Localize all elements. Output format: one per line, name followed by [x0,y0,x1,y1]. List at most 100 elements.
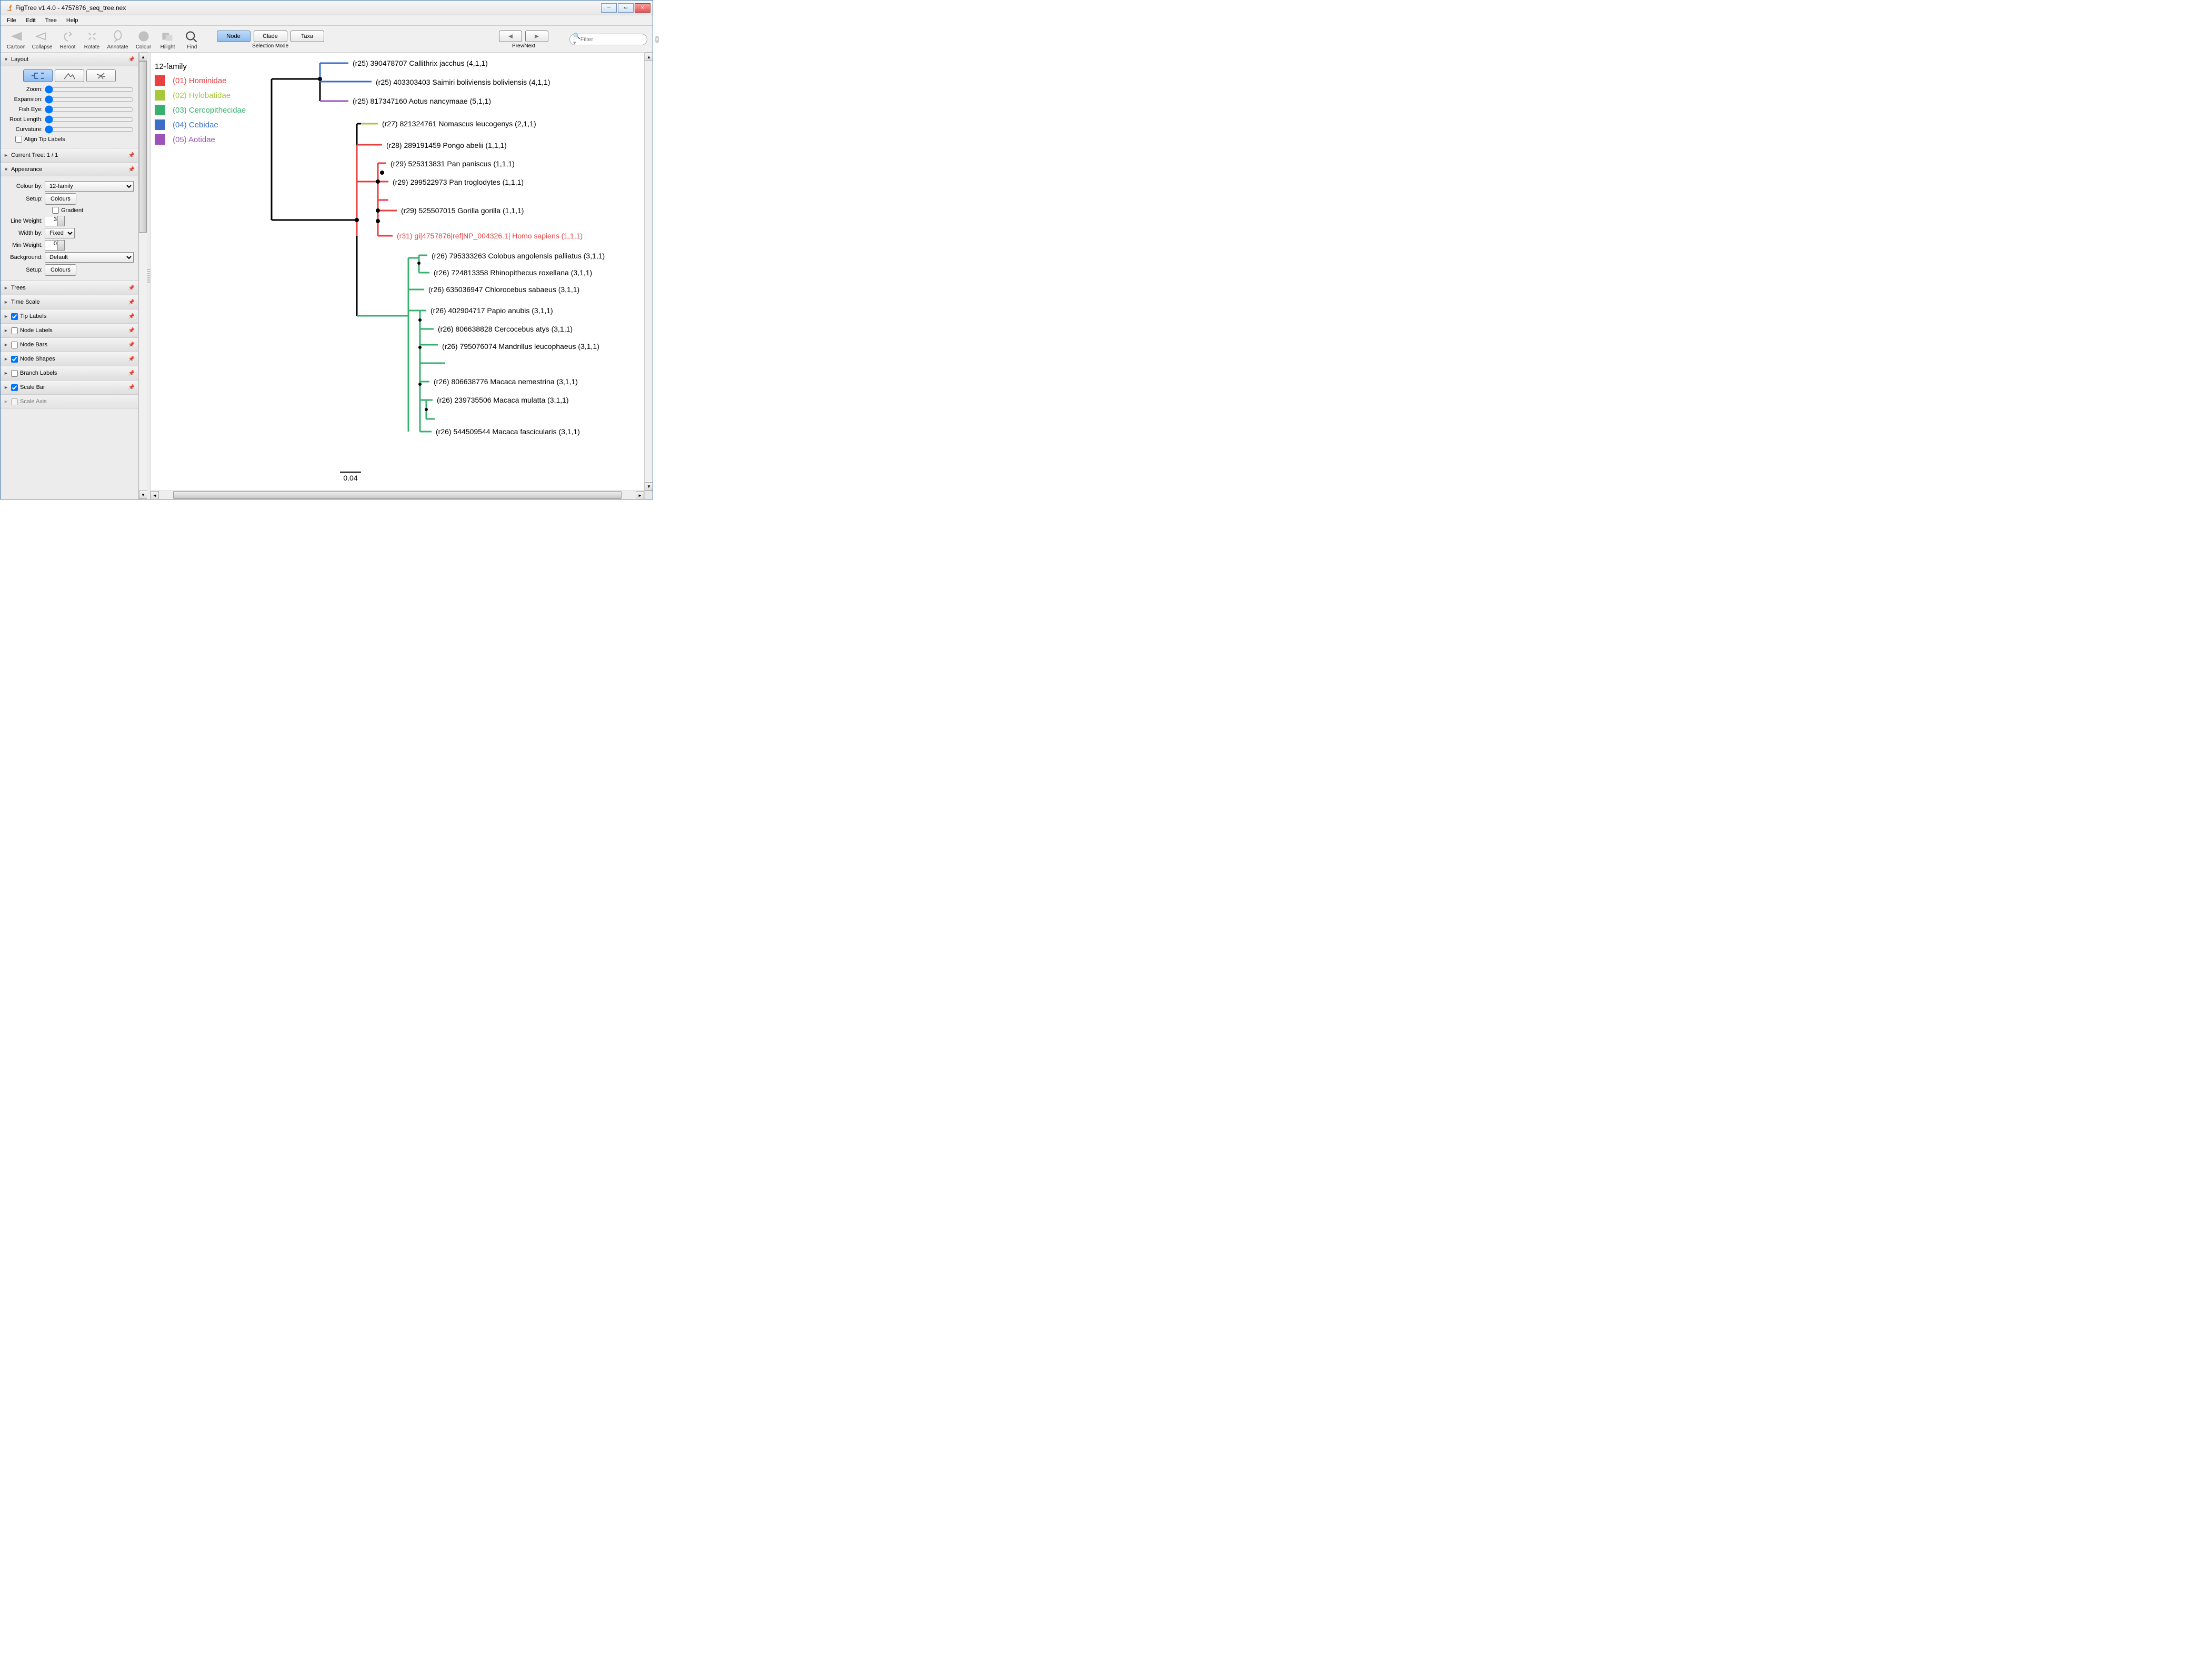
menu-file[interactable]: File [3,16,21,25]
tip-label[interactable]: (r26) 806638776 Macaca nemestrina (3,1,1… [434,377,578,386]
tip-label[interactable]: (r29) 525313831 Pan paniscus (1,1,1) [390,159,515,168]
tip-label[interactable]: (r26) 239735506 Macaca mulatta (3,1,1) [437,396,569,404]
tip-label[interactable]: (r25) 817347160 Aotus nancymaae (5,1,1) [353,97,491,105]
mode-taxa-button[interactable]: Taxa [291,31,324,42]
scroll-right-icon[interactable]: ► [636,491,644,499]
line-weight-spinner[interactable]: 3 [45,216,65,226]
panel-header-tip-labels[interactable]: ►Tip Labels📌 [1,309,138,323]
next-button[interactable]: ► [525,31,548,42]
tool-hilight[interactable]: Hilight [156,28,180,51]
panel-header-scale-axis[interactable]: ►Scale Axis [1,395,138,408]
canvas-v-scrollbar[interactable]: ▲ ▼ [644,53,653,491]
tree-canvas[interactable]: 12-family (01) Hominidae (02) Hylobatida… [151,53,644,491]
scroll-down-icon[interactable]: ▼ [645,482,653,491]
menu-edit[interactable]: Edit [22,16,40,25]
minimize-button[interactable]: ─ [601,3,617,13]
scale-axis-checkbox[interactable] [11,398,18,405]
tip-label[interactable]: (r25) 403303403 Saimiri boliviensis boli… [376,78,550,86]
scroll-up-icon[interactable]: ▲ [645,53,653,61]
tool-reroot[interactable]: Reroot [56,28,80,51]
tip-label[interactable]: (r26) 806638828 Cercocebus atys (3,1,1) [438,325,573,333]
node-bars-checkbox[interactable] [11,342,18,348]
align-tips-checkbox[interactable] [15,136,22,143]
pin-icon[interactable]: 📌 [128,153,135,158]
close-button[interactable]: ✕ [635,3,650,13]
tip-label[interactable]: (r28) 289191459 Pongo abelii (1,1,1) [386,141,507,149]
root-length-slider[interactable] [45,115,134,124]
maximize-button[interactable]: ▭ [618,3,634,13]
background-select[interactable]: Default [45,252,134,263]
menu-tree[interactable]: Tree [41,16,61,25]
curvature-slider[interactable] [45,125,134,134]
pin-icon[interactable]: 📌 [128,342,135,348]
mode-node-button[interactable]: Node [217,31,251,42]
node-labels-checkbox[interactable] [11,327,18,334]
zoom-slider[interactable] [45,85,134,94]
fisheye-slider[interactable] [45,105,134,114]
expansion-slider[interactable] [45,95,134,104]
tip-label[interactable]: (r29) 525507015 Gorilla gorilla (1,1,1) [401,206,524,215]
tool-colour[interactable]: Colour [132,28,156,51]
panel-header-time-scale[interactable]: ►Time Scale📌 [1,295,138,309]
clear-filter-icon[interactable]: ✕ [655,36,659,43]
tip-label[interactable]: (r26) 795076074 Mandrillus leucophaeus (… [442,342,599,351]
tool-cartoon[interactable]: Cartoon [4,28,29,51]
splitter[interactable] [147,53,151,499]
pin-icon[interactable]: 📌 [128,167,135,173]
panel-header-scale-bar[interactable]: ►Scale Bar📌 [1,381,138,394]
pin-icon[interactable]: 📌 [128,328,135,334]
panel-header-node-bars[interactable]: ►Node Bars📌 [1,338,138,352]
tool-rotate[interactable]: Rotate [80,28,104,51]
tip-label[interactable]: (r25) 390478707 Callithrix jacchus (4,1,… [353,59,488,67]
tip-labels-checkbox[interactable] [11,313,18,320]
branch-labels-checkbox[interactable] [11,370,18,377]
scroll-thumb-h[interactable] [173,491,622,499]
tip-label[interactable]: (r26) 402904717 Papio anubis (3,1,1) [430,306,553,315]
scroll-up-icon[interactable]: ▲ [139,53,147,61]
pin-icon[interactable]: 📌 [128,299,135,305]
pin-icon[interactable]: 📌 [128,285,135,291]
sidebar-scrollbar[interactable]: ▲ ▼ [138,53,147,499]
tip-label[interactable]: (r26) 635036947 Chlorocebus sabaeus (3,1… [428,285,579,294]
scroll-track[interactable] [139,61,147,491]
layout-rectangular-button[interactable] [23,69,53,82]
tool-find[interactable]: Find [180,28,204,51]
min-weight-spinner[interactable]: 0 [45,240,65,251]
tip-label[interactable]: (r26) 544509544 Macaca fascicularis (3,1… [436,427,580,436]
panel-header-layout[interactable]: ▼ Layout 📌 [1,53,138,66]
menu-help[interactable]: Help [62,16,83,25]
panel-header-node-shapes[interactable]: ►Node Shapes📌 [1,352,138,366]
layout-radial-button[interactable] [86,69,116,82]
gradient-checkbox[interactable] [52,207,59,214]
colour-by-select[interactable]: 12-family [45,181,134,192]
filter-box[interactable]: 🔍▾ ✕ [569,34,647,45]
pin-icon[interactable]: 📌 [128,371,135,376]
panel-header-branch-labels[interactable]: ►Branch Labels📌 [1,366,138,380]
canvas-h-scrollbar[interactable]: ◄ ► [151,491,644,499]
panel-header-node-labels[interactable]: ►Node Labels📌 [1,324,138,337]
tip-label[interactable]: (r26) 795333263 Colobus angolensis palli… [432,252,605,260]
panel-header-current-tree[interactable]: ► Current Tree: 1 / 1 📌 [1,148,138,162]
pin-icon[interactable]: 📌 [128,314,135,319]
node-shapes-checkbox[interactable] [11,356,18,363]
panel-header-trees[interactable]: ►Trees📌 [1,281,138,295]
tip-label[interactable]: (r26) 724813358 Rhinopithecus roxellana … [434,268,592,277]
layout-polar-button[interactable] [55,69,84,82]
colours-button-2[interactable]: Colours [45,264,76,276]
scale-bar-checkbox[interactable] [11,384,18,391]
tool-annotate[interactable]: Annotate [104,28,132,51]
pin-icon[interactable]: 📌 [128,57,135,63]
scroll-down-icon[interactable]: ▼ [139,491,147,499]
scroll-thumb[interactable] [139,61,147,233]
width-by-select[interactable]: Fixed [45,228,75,238]
tip-label[interactable]: (r29) 299522973 Pan troglodytes (1,1,1) [393,178,524,186]
panel-header-appearance[interactable]: ▼ Appearance 📌 [1,163,138,176]
pin-icon[interactable]: 📌 [128,356,135,362]
pin-icon[interactable]: 📌 [128,385,135,391]
tool-collapse[interactable]: Collapse [29,28,56,51]
filter-input[interactable] [580,36,655,43]
scroll-track-h[interactable] [159,491,636,499]
prev-button[interactable]: ◄ [499,31,522,42]
tip-label-highlighted[interactable]: (r31) gi|4757876|ref|NP_004326.1| Homo s… [397,232,583,240]
mode-clade-button[interactable]: Clade [254,31,287,42]
